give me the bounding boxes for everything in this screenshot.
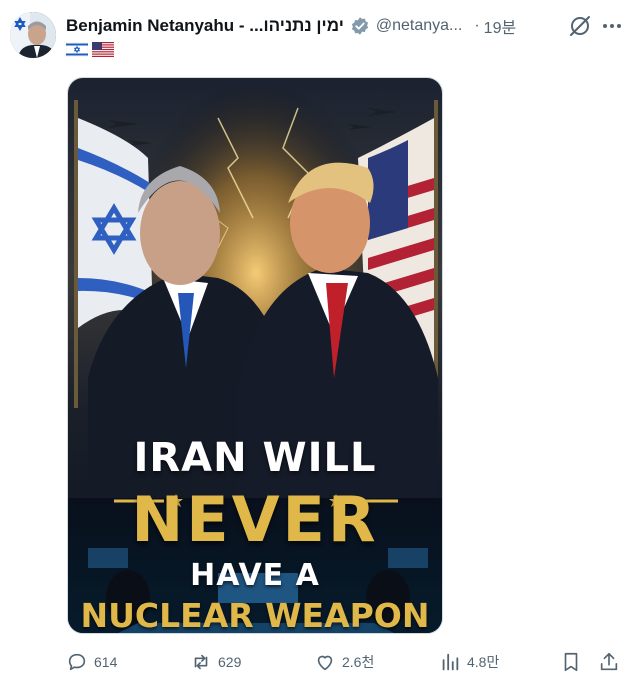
bookmark-button[interactable] xyxy=(560,648,582,676)
author-name[interactable]: Benjamin Netanyahu - ...ימין נתניהו xyxy=(66,16,344,36)
repost-icon xyxy=(194,654,208,670)
reply-button[interactable]: 614 xyxy=(66,648,117,676)
repost-count: 629 xyxy=(218,654,242,670)
bookmark-icon xyxy=(564,652,578,672)
headline-line2: NEVER xyxy=(131,483,379,556)
action-bar: 614 629 2.6천 4.8만 xyxy=(66,648,626,676)
grok-icon[interactable] xyxy=(568,14,592,38)
headline-line3: HAVE A xyxy=(190,558,320,593)
post-header: Benjamin Netanyahu - ...ימין נתניהו @net… xyxy=(66,12,630,40)
bio-flags xyxy=(66,42,114,57)
views-button[interactable]: 4.8만 xyxy=(439,648,499,676)
views-count: 4.8만 xyxy=(467,654,500,670)
separator: · xyxy=(474,17,480,34)
headline-line1: IRAN WILL xyxy=(133,435,377,481)
like-icon xyxy=(317,655,333,671)
tweet: Benjamin Netanyahu - ...ימין נתניהו @net… xyxy=(0,0,640,699)
like-button[interactable]: 2.6천 xyxy=(314,648,374,676)
repost-button[interactable]: 629 xyxy=(190,648,241,676)
more-icon[interactable] xyxy=(600,14,624,38)
post-image[interactable]: IRAN WILL NEVER HAVE A NUCLEAR WEAPON xyxy=(67,77,443,634)
headline-line4: NUCLEAR WEAPON xyxy=(80,596,430,634)
views-icon xyxy=(442,653,459,671)
reply-count: 614 xyxy=(94,654,118,670)
israel-flag xyxy=(66,42,88,57)
author-handle[interactable]: @netanya... xyxy=(376,17,463,35)
avatar[interactable] xyxy=(10,12,56,58)
share-icon xyxy=(600,652,618,671)
reply-icon xyxy=(68,653,86,671)
post-time[interactable]: 19분 xyxy=(484,14,517,38)
share-button[interactable] xyxy=(598,648,620,676)
like-count: 2.6천 xyxy=(342,654,375,670)
usa-flag xyxy=(92,42,114,57)
verified-badge-icon[interactable] xyxy=(350,16,370,36)
